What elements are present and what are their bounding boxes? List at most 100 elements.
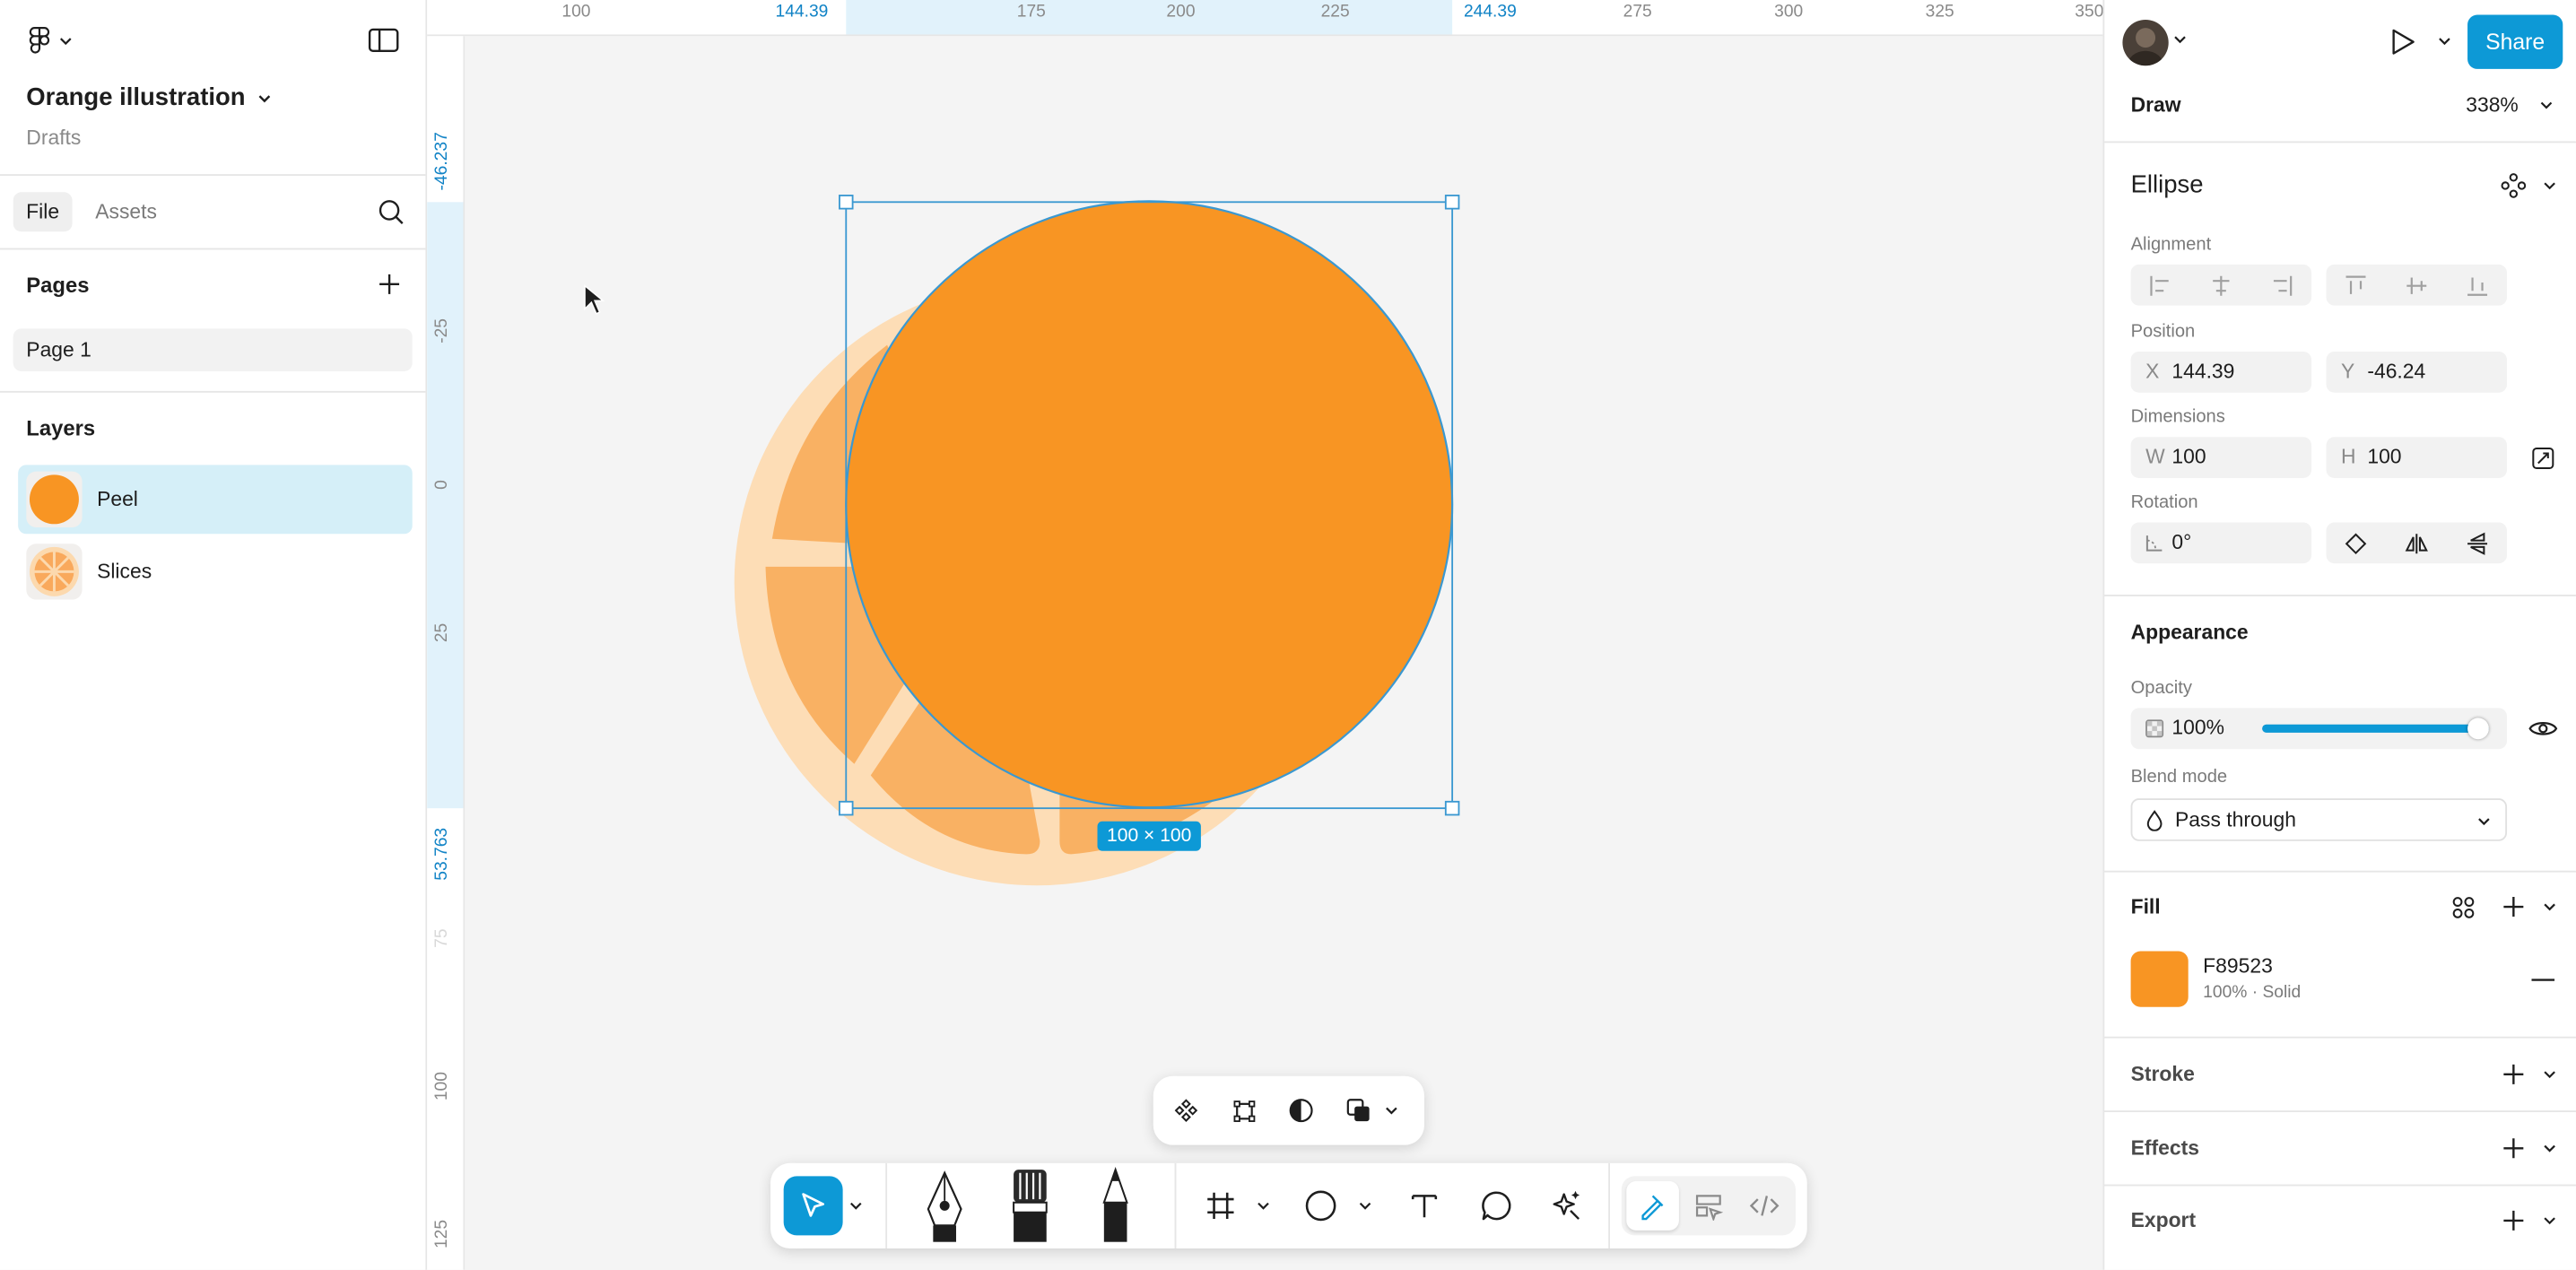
add-export-icon[interactable]	[2502, 1209, 2526, 1232]
opacity-slider-fill	[2262, 724, 2489, 733]
mode-switcher	[1621, 1176, 1796, 1236]
comment-tool-icon[interactable]	[1477, 1186, 1517, 1225]
mask-icon[interactable]	[1284, 1094, 1318, 1127]
divider	[2102, 1110, 2576, 1112]
dimensions-label: Dimensions	[2130, 407, 2225, 428]
y-position-field[interactable]: Y -46.24	[2326, 351, 2508, 393]
tab-file[interactable]: File	[13, 192, 73, 232]
constrain-proportions-icon[interactable]	[2531, 447, 2554, 470]
ruler-tick: 100	[431, 1072, 452, 1101]
ruler-tick: -25	[431, 318, 452, 344]
chevron-down-icon[interactable]	[2543, 1142, 2556, 1155]
boolean-union-icon[interactable]	[1342, 1094, 1375, 1127]
align-bottom-icon[interactable]	[2448, 265, 2507, 306]
blend-mode-label: Blend mode	[2130, 767, 2228, 787]
opacity-slider-track[interactable]	[2262, 718, 2489, 740]
add-effect-icon[interactable]	[2502, 1136, 2526, 1160]
chevron-down-icon[interactable]	[2543, 1214, 2556, 1228]
height-field[interactable]: H 100	[2326, 437, 2508, 478]
add-stroke-icon[interactable]	[2502, 1063, 2526, 1086]
design-mode-icon[interactable]	[1683, 1181, 1736, 1231]
dimension-badge: 100 × 100	[1097, 821, 1201, 851]
ruler-tick-selection-start: 144.39	[775, 1, 829, 22]
chevron-down-icon[interactable]	[1381, 1100, 1401, 1120]
text-tool-icon[interactable]	[1405, 1186, 1444, 1225]
frame-selection-icon[interactable]	[1227, 1094, 1260, 1127]
opacity-control[interactable]: 100%	[2130, 708, 2508, 750]
flip-horizontal-icon[interactable]	[2387, 522, 2446, 563]
chevron-down-icon[interactable]	[2540, 99, 2554, 112]
element-type: Ellipse	[2130, 170, 2204, 199]
chevron-down-icon[interactable]	[2543, 1068, 2556, 1082]
component-icon[interactable]	[1170, 1094, 1203, 1127]
component-options-icon[interactable]	[2501, 172, 2527, 198]
pen-tool-icon[interactable]	[915, 1163, 974, 1248]
ruler-tick: 275	[1623, 1, 1652, 22]
brush-tool-icon[interactable]	[1000, 1163, 1059, 1248]
peel-ellipse	[845, 200, 1454, 809]
chevron-down-icon[interactable]	[2438, 34, 2451, 48]
flip-vertical-icon[interactable]	[2448, 522, 2507, 563]
rotation-field[interactable]: 0°	[2130, 522, 2312, 564]
blend-mode-select[interactable]: Pass through	[2130, 798, 2508, 841]
align-center-h-icon[interactable]	[2191, 265, 2250, 306]
ruler-tick-selection-end: 53.763	[431, 827, 452, 881]
file-location[interactable]: Drafts	[26, 126, 81, 150]
chevron-down-icon[interactable]	[2543, 179, 2556, 193]
search-icon[interactable]	[378, 199, 404, 225]
style-library-icon[interactable]	[2451, 895, 2476, 919]
chevron-down-icon[interactable]	[2543, 900, 2556, 914]
ruler-tick-selection-start: -46.237	[431, 132, 452, 191]
y-value: -46.24	[2367, 360, 2426, 383]
share-button[interactable]: Share	[2467, 14, 2563, 69]
align-top-icon[interactable]	[2327, 265, 2386, 306]
page-item[interactable]: Page 1	[13, 328, 413, 371]
opacity-slider-thumb[interactable]	[2467, 718, 2489, 740]
ruler-tick-selection-end: 244.39	[1463, 1, 1517, 22]
draw-mode-icon[interactable]	[1626, 1180, 1679, 1231]
chevron-down-icon[interactable]	[1355, 1196, 1375, 1215]
zoom-level[interactable]: 338%	[2466, 93, 2519, 117]
align-left-icon[interactable]	[2131, 265, 2190, 306]
ruler-tick: 350	[2075, 1, 2104, 22]
effects-heading: Effects	[2130, 1136, 2199, 1161]
remove-fill-icon[interactable]	[2531, 978, 2555, 982]
file-menu-chevron-icon[interactable]	[257, 91, 273, 107]
w-prefix: W	[2145, 445, 2165, 469]
fill-hex[interactable]: F89523	[2203, 954, 2273, 978]
align-right-icon[interactable]	[2252, 265, 2311, 306]
chevron-down-icon[interactable]	[846, 1196, 866, 1215]
ellipse-tool-icon[interactable]	[1301, 1186, 1341, 1225]
tab-assets[interactable]: Assets	[95, 192, 157, 231]
avatar[interactable]	[2122, 19, 2169, 66]
file-name[interactable]: Orange illustration	[26, 83, 245, 111]
layer-name: Slices	[97, 560, 152, 584]
visibility-eye-icon[interactable]	[2528, 718, 2558, 739]
add-page-icon[interactable]	[378, 273, 401, 296]
pencil-tool-icon[interactable]	[1086, 1163, 1145, 1248]
layer-row-peel[interactable]: Peel	[18, 465, 413, 535]
opacity-label: Opacity	[2130, 678, 2192, 699]
main-menu-button[interactable]	[26, 26, 72, 54]
add-fill-icon[interactable]	[2502, 895, 2526, 918]
design-canvas[interactable]: 100 × 100	[465, 36, 2103, 1270]
ai-actions-icon[interactable]	[1547, 1186, 1587, 1225]
move-tool-icon[interactable]	[783, 1176, 843, 1236]
chevron-down-icon[interactable]	[1254, 1196, 1274, 1215]
rotate-90-icon[interactable]	[2327, 522, 2386, 563]
layer-row-slices[interactable]: Slices	[18, 537, 413, 606]
ruler-tick: 325	[1925, 1, 1954, 22]
dev-mode-icon[interactable]	[1738, 1181, 1791, 1231]
align-middle-icon[interactable]	[2387, 265, 2446, 306]
left-panel: Orange illustration Drafts File Assets P…	[0, 0, 428, 1270]
present-play-icon[interactable]	[2390, 28, 2416, 56]
x-position-field[interactable]: X 144.39	[2130, 351, 2312, 393]
divider	[2102, 870, 2576, 873]
fill-color-swatch[interactable]	[2130, 951, 2189, 1007]
width-field[interactable]: W 100	[2130, 437, 2312, 478]
ruler-tick: 175	[1016, 1, 1046, 22]
frame-tool-icon[interactable]	[1201, 1186, 1240, 1225]
layers-heading: Layers	[26, 415, 96, 440]
chevron-down-icon[interactable]	[2173, 33, 2187, 47]
toggle-sidebar-icon[interactable]	[368, 28, 399, 52]
